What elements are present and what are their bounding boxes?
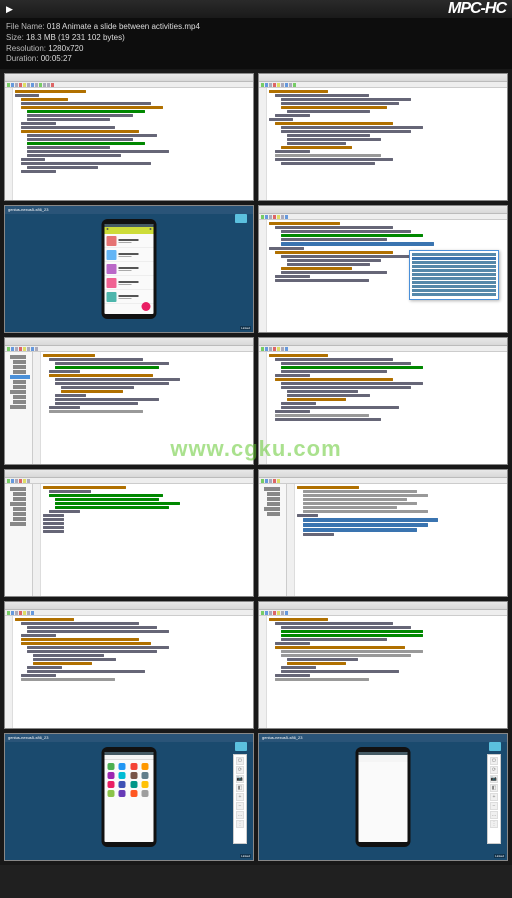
thumbnail[interactable]	[4, 73, 254, 201]
app-icon[interactable]	[130, 772, 137, 779]
thumbnail[interactable]	[258, 205, 508, 333]
app-icon[interactable]	[130, 781, 137, 788]
app-bar[interactable]	[105, 227, 154, 234]
app-icon[interactable]	[141, 790, 148, 797]
app-drawer[interactable]	[105, 760, 154, 800]
thumbnail[interactable]: genius-nexus5-x86_23 Linked	[4, 205, 254, 333]
phone-frame	[102, 747, 157, 847]
thumbnail[interactable]	[4, 469, 254, 597]
device-title: genius-nexus5-x86_23	[259, 734, 507, 742]
project-tree[interactable]	[5, 484, 33, 596]
project-tree[interactable]	[259, 484, 287, 596]
value-resolution: 1280x720	[48, 44, 83, 53]
emulator-side-panel[interactable]: ⏻⟳📷◧+−…⋮	[233, 754, 247, 844]
emulator-control-button[interactable]: 📷	[490, 775, 498, 783]
value-filename: 018 Animate a slide between activities.m…	[47, 22, 200, 31]
thumbnail[interactable]: genius-nexus5-x86_23 ⏻⟳📷◧+−…⋮ Linked	[258, 733, 508, 861]
thumbnail[interactable]	[258, 469, 508, 597]
app-icon[interactable]	[141, 772, 148, 779]
thumbnail[interactable]	[4, 337, 254, 465]
code-editor[interactable]	[287, 484, 507, 596]
app-icon[interactable]	[108, 781, 115, 788]
code-editor[interactable]	[259, 616, 507, 728]
app-icon[interactable]	[108, 772, 115, 779]
emulator-control-button[interactable]: −	[490, 802, 498, 810]
emulator-control-button[interactable]: ◧	[490, 784, 498, 792]
fab-button[interactable]	[142, 302, 151, 311]
value-duration: 00:05:27	[41, 54, 72, 63]
code-editor[interactable]	[33, 352, 253, 464]
folder-icon	[489, 742, 501, 751]
label-filename: File Name:	[6, 22, 45, 31]
thumbnail[interactable]	[258, 73, 508, 201]
emulator-control-button[interactable]: 📷	[236, 775, 244, 783]
player-titlebar[interactable]: ▶ MPC-HC	[0, 0, 512, 18]
phone-screen[interactable]	[105, 752, 154, 842]
emulator-control-button[interactable]: ⏻	[236, 757, 244, 765]
file-info-block: File Name: 018 Animate a slide between a…	[0, 18, 512, 69]
project-tree[interactable]	[5, 352, 33, 464]
phone-frame	[102, 219, 157, 319]
thumbnail[interactable]	[258, 601, 508, 729]
app-icon[interactable]	[108, 763, 115, 770]
value-size: 18.3 MB (19 231 102 bytes)	[26, 33, 125, 42]
phone-frame	[356, 747, 411, 847]
app-icon[interactable]	[141, 781, 148, 788]
thumbnail[interactable]	[4, 601, 254, 729]
phone-screen[interactable]	[359, 752, 408, 842]
app-icon[interactable]	[119, 781, 126, 788]
linkedin-tag: Linked	[494, 854, 505, 858]
emulator-control-button[interactable]: …	[236, 811, 244, 819]
linkedin-tag: Linked	[240, 854, 251, 858]
app-icon[interactable]	[119, 763, 126, 770]
app-logo: MPC-HC	[448, 0, 506, 18]
emulator-control-button[interactable]: ⋮	[490, 820, 498, 828]
linkedin-tag: Linked	[240, 326, 251, 330]
code-editor[interactable]	[259, 88, 507, 200]
app-icon[interactable]	[119, 772, 126, 779]
app-icon: ▶	[6, 4, 13, 15]
folder-icon	[235, 742, 247, 751]
autocomplete-popup[interactable]	[409, 250, 499, 300]
emulator-control-button[interactable]: ⋮	[236, 820, 244, 828]
emulator-control-button[interactable]: ◧	[236, 784, 244, 792]
emulator-control-button[interactable]: …	[490, 811, 498, 819]
label-duration: Duration:	[6, 54, 38, 63]
emulator-control-button[interactable]: ⟳	[490, 766, 498, 774]
emulator-control-button[interactable]: ⏻	[490, 757, 498, 765]
folder-icon	[235, 214, 247, 223]
code-editor[interactable]	[259, 352, 507, 464]
emulator-side-panel[interactable]: ⏻⟳📷◧+−…⋮	[487, 754, 501, 844]
thumbnail-grid: genius-nexus5-x86_23 Linked	[0, 69, 512, 865]
device-title: genius-nexus5-x86_23	[5, 734, 253, 742]
app-icon[interactable]	[130, 763, 137, 770]
device-title: genius-nexus5-x86_23	[5, 206, 253, 214]
code-editor[interactable]	[5, 616, 253, 728]
code-editor[interactable]	[259, 220, 507, 332]
code-editor[interactable]	[33, 484, 253, 596]
phone-screen[interactable]	[105, 224, 154, 314]
code-editor[interactable]	[5, 88, 253, 200]
emulator-control-button[interactable]: ⟳	[236, 766, 244, 774]
thumbnail[interactable]	[258, 337, 508, 465]
app-icon[interactable]	[130, 790, 137, 797]
label-size: Size:	[6, 33, 24, 42]
emulator-control-button[interactable]: +	[490, 793, 498, 801]
label-resolution: Resolution:	[6, 44, 46, 53]
app-icon[interactable]	[119, 790, 126, 797]
thumbnail[interactable]: genius-nexus5-x86_23 ⏻⟳📷◧+−…⋮ Linked	[4, 733, 254, 861]
emulator-control-button[interactable]: −	[236, 802, 244, 810]
app-icon[interactable]	[141, 763, 148, 770]
app-icon[interactable]	[108, 790, 115, 797]
emulator-control-button[interactable]: +	[236, 793, 244, 801]
